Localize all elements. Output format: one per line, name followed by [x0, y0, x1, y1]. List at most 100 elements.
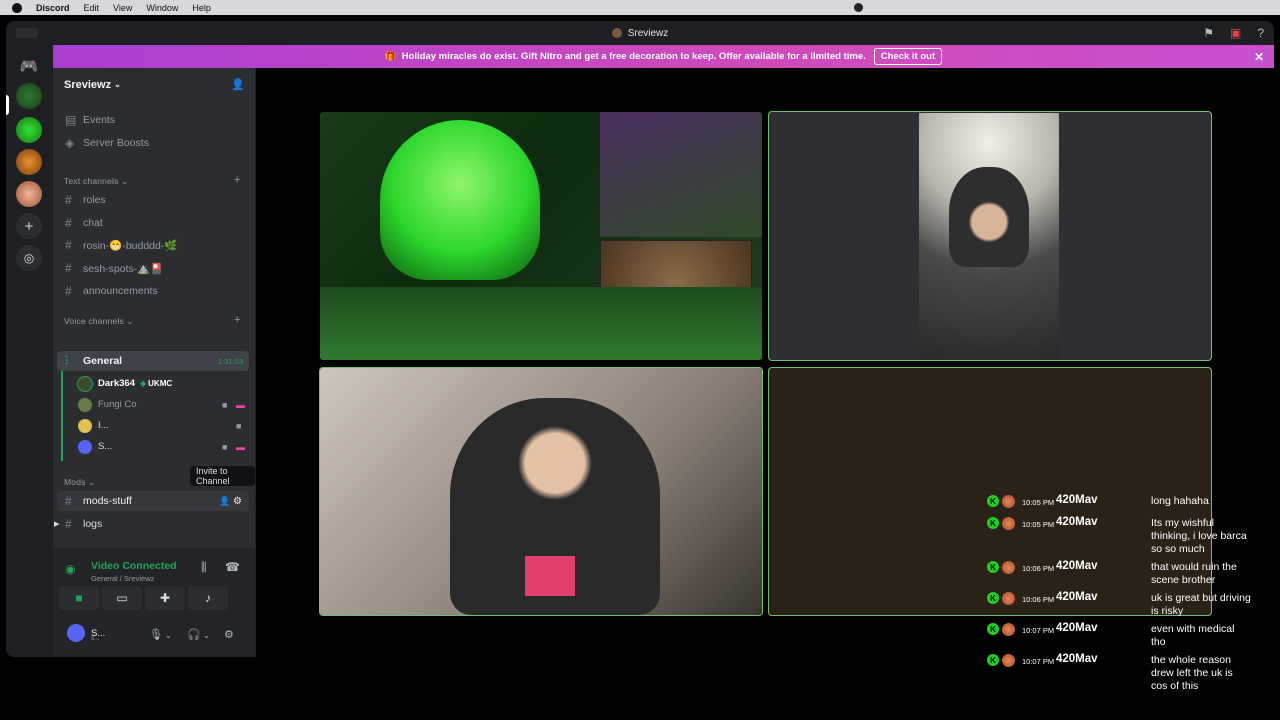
- help-icon[interactable]: ?: [1257, 26, 1264, 40]
- traffic-lights[interactable]: [16, 28, 38, 38]
- chevron-down-icon: ⌄: [114, 80, 121, 89]
- server-orange-icon[interactable]: [16, 149, 42, 175]
- invite-tooltip: Invite to Channel: [190, 466, 255, 486]
- video-tile-chat-overlay[interactable]: [769, 368, 1211, 615]
- badge-icon: K: [987, 623, 999, 635]
- avatar: [1002, 561, 1015, 574]
- gear-icon[interactable]: ⚙: [233, 496, 242, 507]
- message-author: 420Mav: [1056, 560, 1098, 572]
- microphone-icon[interactable]: 🎙: [149, 628, 163, 641]
- hash-icon: #: [65, 238, 72, 252]
- hash-icon: #: [65, 494, 72, 508]
- channel-sidebar: Sreviewz ⌄ 👤 ▤ Events ◈ Server Boosts Te…: [53, 68, 255, 657]
- avatar: [78, 397, 92, 412]
- add-channel-icon[interactable]: +: [234, 314, 241, 326]
- check-it-out-button[interactable]: Check it out: [873, 48, 943, 65]
- gear-icon[interactable]: ⚙: [224, 628, 234, 641]
- channel-label: mods-stuff: [83, 495, 132, 507]
- voice-channel-general[interactable]: ⫶ General 1:31:03: [57, 351, 249, 371]
- message-time: 10:06 PM: [1022, 564, 1055, 573]
- menu-app-name[interactable]: Discord: [36, 3, 70, 13]
- channel-mods-stuff[interactable]: # mods-stuff 👤 ⚙: [57, 491, 249, 511]
- menu-help[interactable]: Help: [192, 3, 211, 13]
- camera-icon: ■: [236, 420, 242, 431]
- server-leaf-icon[interactable]: [16, 117, 42, 143]
- channel-logs[interactable]: ▶ # logs: [54, 514, 249, 534]
- hash-icon: #: [65, 216, 72, 230]
- video-tile-speaker[interactable]: [320, 368, 762, 615]
- channel-chat[interactable]: # chat: [57, 213, 249, 233]
- activities-icon: ✚: [159, 591, 171, 605]
- user-info[interactable]: S... s...: [67, 624, 105, 642]
- server-header[interactable]: Sreviewz ⌄ 👤: [53, 68, 255, 101]
- discord-home-icon[interactable]: 🎮: [16, 53, 42, 79]
- channel-label: rosin-😁-budddd-🌿: [83, 239, 178, 252]
- chevron-down-icon[interactable]: ⌄: [203, 631, 210, 640]
- window-title: Sreviewz: [627, 27, 669, 39]
- boost-icon: ◈: [65, 136, 75, 150]
- voice-panel: ◉ Video Connected General / Sreviewz ⫼ ☎…: [53, 548, 255, 657]
- explore-icon[interactable]: ◎: [16, 245, 42, 271]
- badge-icon: K: [987, 654, 999, 666]
- channel-announcements[interactable]: # announcements: [57, 281, 249, 301]
- voice-user[interactable]: Dark364 ◆ UKMC: [78, 374, 248, 393]
- message-author: 420Mav: [1056, 516, 1098, 528]
- screen-share-button[interactable]: ▭: [102, 586, 142, 610]
- category-label: Text channels: [64, 176, 119, 186]
- invite-icon[interactable]: 👤: [219, 496, 230, 507]
- desk-leaf-image: [320, 287, 762, 360]
- menu-edit[interactable]: Edit: [84, 3, 100, 13]
- channel-roles[interactable]: # roles: [57, 190, 249, 210]
- events-label: Events: [83, 114, 116, 126]
- voice-user-name: S...: [98, 441, 113, 452]
- video-tile-vtuber[interactable]: [320, 112, 762, 360]
- voice-location[interactable]: General / Sreviewz: [91, 574, 154, 583]
- add-channel-icon[interactable]: +: [234, 174, 241, 186]
- banner-text: Holiday miracles do exist. Gift Nitro an…: [401, 51, 866, 62]
- titlebar: Sreviewz ⚑ ▣ ?: [6, 21, 1274, 45]
- add-member-icon[interactable]: 👤: [231, 78, 245, 91]
- soundboard-icon: ♪: [205, 591, 211, 605]
- voice-user[interactable]: S... ■ ▬: [78, 437, 248, 456]
- server-avatar-icon[interactable]: [16, 181, 42, 207]
- camera-button[interactable]: ■: [59, 586, 99, 610]
- voice-user[interactable]: I... ■: [78, 416, 248, 435]
- chevron-down-icon[interactable]: ⌄: [165, 631, 172, 640]
- badge-icon: K: [987, 561, 999, 573]
- disconnect-icon[interactable]: ☎: [225, 560, 240, 574]
- message-time: 10:05 PM: [1022, 520, 1055, 529]
- message-author: 420Mav: [1056, 653, 1098, 665]
- apple-icon[interactable]: [12, 2, 22, 13]
- category-mods[interactable]: Mods ⌄: [64, 477, 95, 488]
- message-text: the whole reason drew left the uk is cos…: [1151, 654, 1233, 692]
- flag-icon[interactable]: ⚑: [1203, 26, 1214, 40]
- channel-rosin[interactable]: # rosin-😁-budddd-🌿: [57, 235, 249, 255]
- screen-share-icon: ▭: [116, 591, 128, 605]
- headphones-icon[interactable]: 🎧: [187, 628, 201, 641]
- avatar: [67, 624, 85, 642]
- sidebar-item-server-boosts[interactable]: ◈ Server Boosts: [57, 133, 249, 153]
- message-time: 10:07 PM: [1022, 626, 1055, 635]
- signal-icon[interactable]: ◉: [65, 562, 75, 576]
- hash-icon: #: [65, 193, 72, 207]
- sidebar-item-events[interactable]: ▤ Events: [57, 110, 249, 130]
- server-rail: 🎮 + ◎: [6, 45, 52, 657]
- voice-user-name: Dark364: [98, 378, 135, 389]
- category-voice-channels[interactable]: Voice channels ⌄ +: [64, 314, 240, 327]
- soundboard-button[interactable]: ♪: [188, 586, 228, 610]
- channel-label: announcements: [83, 285, 158, 297]
- channel-sesh-spots[interactable]: # sesh-spots-⛰️🎴: [57, 258, 249, 278]
- add-server-icon[interactable]: +: [16, 213, 42, 239]
- hash-icon: #: [65, 284, 72, 298]
- noise-suppression-icon[interactable]: ⫼: [201, 560, 207, 575]
- close-banner-icon[interactable]: ✕: [1254, 50, 1264, 64]
- server-sreviewz-icon[interactable]: [16, 83, 42, 109]
- activities-button[interactable]: ✚: [145, 586, 185, 610]
- menu-view[interactable]: View: [113, 3, 132, 13]
- voice-user[interactable]: Fungi Co ■ ▬: [78, 395, 248, 414]
- inbox-icon[interactable]: ▣: [1230, 26, 1241, 40]
- video-tile-hooded-user[interactable]: [769, 112, 1211, 360]
- message-time: 10:07 PM: [1022, 657, 1055, 666]
- menu-window[interactable]: Window: [146, 3, 178, 13]
- category-text-channels[interactable]: Text channels ⌄ +: [64, 174, 240, 187]
